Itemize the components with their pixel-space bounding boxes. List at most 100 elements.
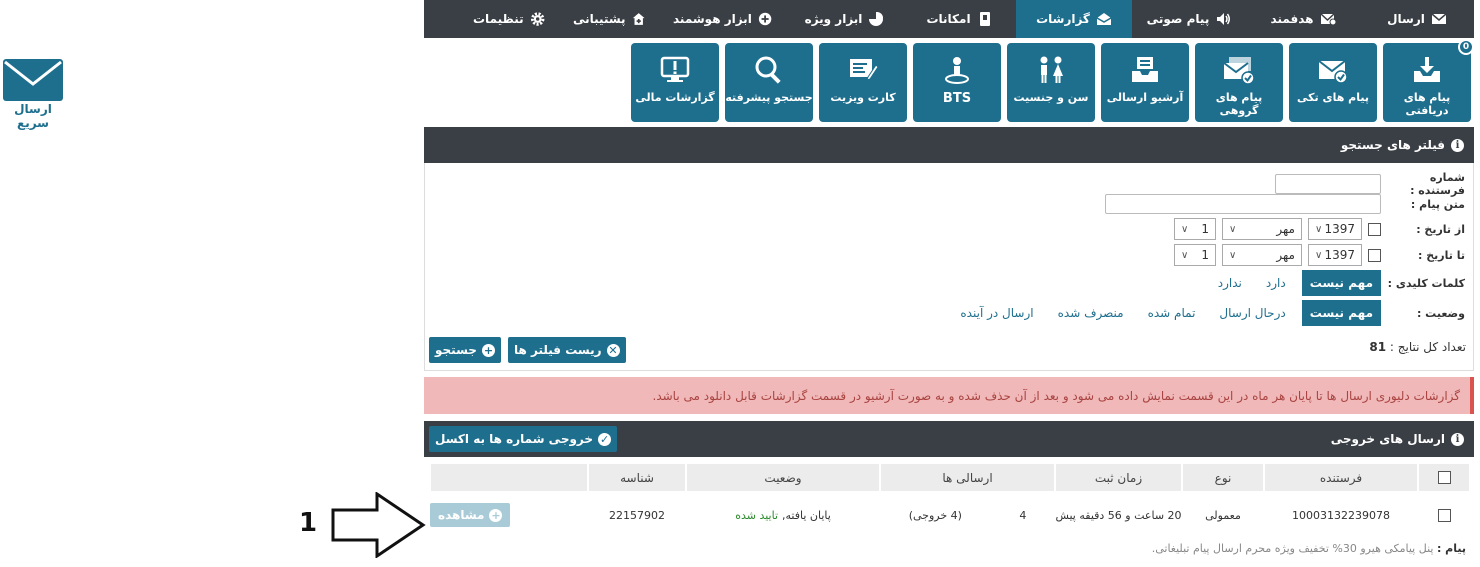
map-pin-icon (945, 57, 969, 84)
tile-group-messages[interactable]: پیام های گروهی (1195, 43, 1283, 122)
keywords-none-option[interactable]: ندارد (1210, 270, 1250, 296)
from-day-select[interactable]: 1 ∨ (1174, 218, 1216, 240)
nav-features[interactable]: امکانات (903, 0, 1016, 38)
nav-send[interactable]: ارسال (1360, 0, 1474, 38)
tile-age-gender[interactable]: سن و جنسیت (1007, 43, 1095, 122)
column-id[interactable]: شناسه (588, 463, 686, 492)
result-count-label: تعداد کل نتایج : (1389, 340, 1466, 354)
status-finished-option[interactable]: تمام شده (1140, 300, 1204, 326)
nav-special-tools[interactable]: ابزار ویژه (786, 0, 903, 38)
quick-send[interactable]: ارسال سریع (0, 58, 66, 130)
cell-time: 20 ساعت و 56 دقیقه پیش (1055, 508, 1182, 522)
nav-label: هدفمند (1270, 12, 1314, 26)
view-button[interactable]: + مشاهده (430, 503, 511, 527)
sent-count: 4 (1019, 508, 1027, 522)
tile-advanced-search[interactable]: جستجو پیشرفته (725, 43, 813, 122)
tile-financial-reports[interactable]: گزارشات مالی (631, 43, 719, 122)
row-checkbox[interactable] (1437, 508, 1451, 522)
column-status[interactable]: وضعیت (686, 463, 880, 492)
tile-business-card[interactable]: کارت ویزیت (819, 43, 907, 122)
nav-smart-tools[interactable]: ابزار هوشمند (659, 0, 786, 38)
tile-sent-archive[interactable]: آرشیو ارسالی (1101, 43, 1189, 122)
status-any-option[interactable]: مهم نیست (1301, 300, 1381, 326)
to-date-row: تا تاریخ : 1397 ∨ مهر ∨ 1 ∨ (1168, 244, 1473, 266)
column-actions (430, 463, 588, 492)
tile-label: جستجو پیشرفته (725, 91, 813, 104)
tile-label: آرشیو ارسالی (1106, 91, 1184, 104)
keywords-label: کلمات کلیدی : (1387, 276, 1465, 290)
alert-text: گزارشات دلیوری ارسال ها تا پایان هر ماه … (652, 388, 1460, 403)
from-date-label: از تاریخ : (1416, 222, 1465, 236)
nav-voice[interactable]: پیام صوتی (1132, 0, 1246, 38)
row-select-cell (1418, 500, 1470, 530)
nav-reports[interactable]: گزارشات (1016, 0, 1132, 38)
envelope-open-icon (1096, 13, 1112, 25)
inbox-download-icon (1414, 57, 1440, 82)
nav-support[interactable]: پشتیبانی (559, 0, 659, 38)
select-all-cell (1418, 463, 1470, 492)
unread-badge: 0 (1458, 39, 1474, 55)
column-type[interactable]: نوع (1182, 463, 1264, 492)
tile-bts[interactable]: BTS (913, 43, 1001, 122)
to-date-checkbox[interactable] (1368, 248, 1381, 262)
table-row: 10003132239078 معمولی 20 ساعت و 56 دقیقه… (430, 500, 1470, 530)
nav-label: گزارشات (1036, 12, 1090, 26)
sent-detail: (4 خروجی) (908, 508, 962, 522)
sender-number-input[interactable] (1275, 174, 1381, 194)
from-date-checkbox[interactable] (1368, 222, 1381, 236)
envelopes-group-icon (1223, 57, 1255, 85)
tile-received-messages[interactable]: 0 پیام های دریافتی (1383, 39, 1474, 122)
nav-label: پیام صوتی (1146, 12, 1210, 26)
nav-label: پشتیبانی (573, 12, 626, 26)
quick-send-label: ارسال سریع (14, 102, 52, 130)
select-value: مهر (1276, 248, 1295, 262)
nav-label: امکانات (926, 12, 971, 26)
keywords-has-option[interactable]: دارد (1258, 270, 1294, 296)
chevron-down-icon: ∨ (1229, 249, 1237, 261)
tile-single-messages[interactable]: پیام های تکی (1289, 43, 1377, 122)
report-tiles: 0 پیام های دریافتی پیام های تکی پیام های… (631, 39, 1474, 122)
tile-label: گزارشات مالی (635, 91, 715, 104)
column-sender[interactable]: فرستنده (1264, 463, 1418, 492)
select-all-checkbox[interactable] (1437, 471, 1451, 484)
monitor-alert-icon (660, 56, 690, 82)
status-scheduled-option[interactable]: ارسال در آینده (952, 300, 1041, 326)
search-button[interactable]: + جستجو (429, 337, 501, 363)
filters-header: i فیلتر های جستجو (424, 127, 1474, 163)
to-month-select[interactable]: مهر ∨ (1222, 244, 1302, 266)
keywords-row: کلمات کلیدی : مهم نیست دارد ندارد (1202, 270, 1473, 296)
select-value: مهر (1276, 222, 1295, 236)
from-month-select[interactable]: مهر ∨ (1222, 218, 1302, 240)
outbox-table-header: فرستنده نوع زمان ثبت ارسالی ها وضعیت شنا… (430, 463, 1470, 492)
to-year-select[interactable]: 1397 ∨ (1308, 244, 1362, 266)
keywords-any-option[interactable]: مهم نیست (1301, 270, 1381, 296)
cell-sender: 10003132239078 (1292, 508, 1390, 522)
export-excel-button[interactable]: ✓ خروجی شماره ها به اکسل (429, 426, 618, 452)
home-plus-icon (632, 13, 645, 25)
nav-targeted[interactable]: هدفمند (1246, 0, 1360, 38)
reset-filters-button[interactable]: ✕ ریست فیلتر ها (508, 337, 626, 363)
annotation-arrow-icon (331, 492, 426, 558)
nav-settings[interactable]: تنظیمات (459, 0, 559, 38)
status-sending-option[interactable]: درحال ارسال (1211, 300, 1293, 326)
status-row: وضعیت : مهم نیست درحال ارسال تمام شده من… (944, 300, 1473, 326)
column-sent[interactable]: ارسالی ها (880, 463, 1055, 492)
from-year-select[interactable]: 1397 ∨ (1308, 218, 1362, 240)
from-date-row: از تاریخ : 1397 ∨ مهر ∨ 1 ∨ (1168, 218, 1473, 240)
result-count: تعداد کل نتایج : 81 (1369, 340, 1466, 354)
status-label: وضعیت : (1416, 306, 1465, 320)
column-time[interactable]: زمان ثبت (1055, 463, 1182, 492)
select-value: 1397 (1324, 248, 1355, 262)
to-day-select[interactable]: 1 ∨ (1174, 244, 1216, 266)
message-text-input[interactable] (1105, 194, 1381, 214)
filters-title: فیلتر های جستجو (1340, 138, 1445, 152)
tile-label: کارت ویزیت (830, 91, 896, 104)
nav-label: ابزار هوشمند (673, 12, 752, 26)
tile-label: سن و جنسیت (1013, 91, 1089, 104)
info-icon: i (1451, 138, 1464, 152)
magnifier-icon (755, 56, 781, 84)
nav-label: تنظیمات (473, 12, 524, 26)
outbox-title: ارسال های خروجی (1330, 432, 1445, 446)
status-cancelled-option[interactable]: منصرف شده (1050, 300, 1132, 326)
cell-status: پایان یافته, تایید شده (686, 500, 880, 530)
